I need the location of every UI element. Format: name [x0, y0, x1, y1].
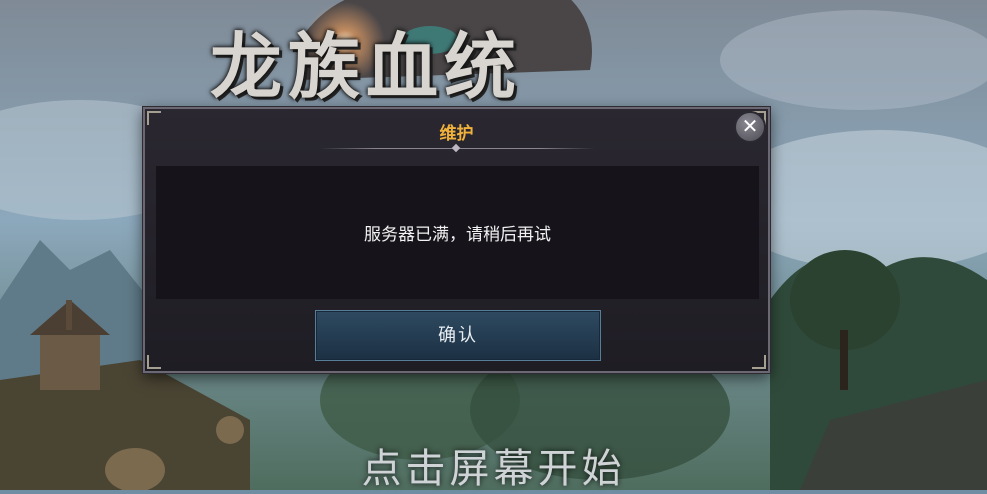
- tap-to-start-prompt[interactable]: 点击屏幕开始: [0, 436, 987, 494]
- close-icon: ✕: [741, 114, 759, 138]
- dialog-corner-ornament: [752, 355, 766, 369]
- maintenance-dialog: 维护 服务器已满，请稍后再试 确认 ✕: [143, 107, 770, 373]
- confirm-button[interactable]: 确认: [315, 310, 601, 361]
- dialog-title: 维护: [439, 124, 474, 144]
- close-button[interactable]: ✕: [734, 111, 766, 143]
- dialog-message: 服务器已满，请稍后再试: [364, 225, 551, 245]
- game-logo: 龙族血统: [210, 24, 523, 109]
- dialog-corner-ornament: [147, 355, 161, 369]
- dialog-message-panel: 服务器已满，请稍后再试: [156, 166, 759, 299]
- divider-gem-icon: [451, 143, 461, 153]
